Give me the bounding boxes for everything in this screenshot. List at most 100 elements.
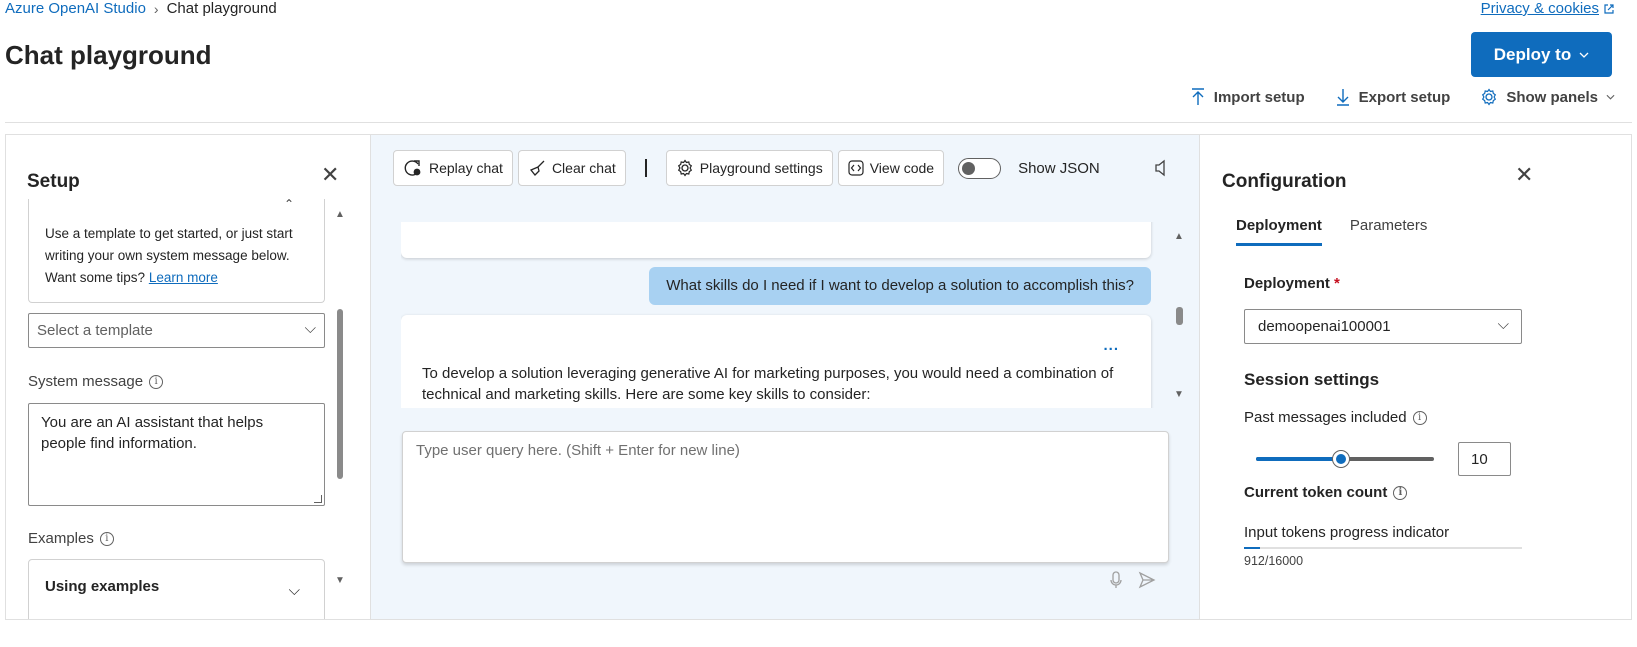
configuration-panel: Configuration ✕ Deployment Parameters De…: [1199, 135, 1631, 619]
deployment-field-label: Deployment *: [1244, 275, 1340, 292]
user-message: What skills do I need if I want to devel…: [649, 267, 1151, 305]
deploy-to-button[interactable]: Deploy to: [1471, 32, 1612, 77]
setup-panel: Setup ✕ ⌃ Use a template to get started,…: [6, 135, 371, 619]
playground-settings-button[interactable]: Playground settings: [665, 150, 833, 186]
configuration-title: Configuration: [1222, 171, 1347, 192]
microphone-icon[interactable]: [1110, 571, 1122, 589]
tab-deployment[interactable]: Deployment: [1236, 217, 1322, 246]
show-json-toggle[interactable]: [958, 157, 1002, 179]
past-messages-label-row: Past messages included i: [1244, 409, 1427, 426]
assistant-message: ... To develop a solution leveraging gen…: [401, 315, 1151, 408]
view-code-button[interactable]: View code: [837, 150, 945, 186]
show-panels-button[interactable]: Show panels: [1480, 88, 1615, 106]
slider-thumb[interactable]: [1332, 450, 1351, 468]
learn-more-link[interactable]: Learn more: [149, 270, 218, 285]
scroll-down-icon[interactable]: ▼: [334, 575, 346, 586]
config-tabs: Deployment Parameters: [1236, 217, 1427, 246]
chevron-down-icon: ⌵: [288, 582, 300, 599]
replay-icon: [404, 160, 421, 176]
breadcrumb-root-link[interactable]: Azure OpenAI Studio: [5, 0, 146, 17]
assistant-message-text: To develop a solution leveraging generat…: [422, 365, 1114, 403]
info-icon[interactable]: i: [1393, 485, 1408, 500]
export-setup-label: Export setup: [1358, 88, 1451, 106]
setup-scrollbar[interactable]: ▲ ▼: [334, 209, 346, 589]
import-setup-label: Import setup: [1213, 88, 1305, 106]
system-message-label-row: System message i: [28, 373, 164, 390]
speaker-icon[interactable]: [1154, 159, 1168, 182]
template-select-placeholder: Select a template: [37, 322, 153, 339]
info-icon[interactable]: i: [99, 531, 114, 546]
chevron-down-icon: [1606, 94, 1615, 100]
import-setup-button[interactable]: Import setup: [1190, 88, 1305, 106]
examples-label: Examples: [28, 530, 94, 547]
slider-fill: [1256, 457, 1342, 461]
replay-chat-button[interactable]: Replay chat: [393, 150, 513, 186]
scroll-thumb[interactable]: [337, 309, 343, 479]
close-icon[interactable]: ✕: [1515, 164, 1533, 186]
header-divider: [5, 122, 1632, 123]
broom-icon: [529, 160, 545, 176]
chevron-down-icon: ⌵: [304, 320, 316, 337]
past-messages-slider[interactable]: [1256, 449, 1434, 469]
token-progress-bar: [1244, 547, 1522, 549]
close-icon[interactable]: ✕: [321, 164, 339, 186]
scroll-down-icon[interactable]: ▼: [1173, 389, 1185, 400]
user-query-placeholder: Type user query here. (Shift + Enter for…: [416, 442, 740, 459]
deployment-select[interactable]: demoopenai100001 ⌵: [1244, 309, 1522, 344]
required-mark: *: [1334, 275, 1340, 292]
token-count-label: Current token count: [1244, 484, 1388, 501]
page-title: Chat playground: [5, 40, 212, 70]
gear-icon: [677, 159, 692, 177]
deployment-value: demoopenai100001: [1258, 318, 1391, 335]
system-message-label: System message: [28, 373, 144, 390]
token-progress-fill: [1244, 547, 1260, 549]
export-setup-button[interactable]: Export setup: [1335, 88, 1451, 106]
deployment-label: Deployment: [1244, 275, 1330, 292]
gear-icon: [1482, 88, 1497, 106]
export-icon: [1336, 89, 1349, 106]
template-tip-card: Use a template to get started, or just s…: [28, 199, 325, 303]
info-icon[interactable]: i: [1412, 410, 1427, 425]
privacy-link-label[interactable]: Privacy & cookies: [1481, 0, 1599, 17]
scroll-up-icon[interactable]: ▲: [1173, 231, 1185, 242]
more-options-button[interactable]: ...: [1103, 335, 1119, 356]
user-query-input[interactable]: Type user query here. (Shift + Enter for…: [402, 431, 1169, 563]
session-settings-title: Session settings: [1244, 370, 1380, 389]
replay-chat-label: Replay chat: [429, 160, 503, 176]
chevron-down-icon: ⌵: [1497, 316, 1509, 333]
resize-handle[interactable]: [314, 495, 322, 503]
external-link-icon: [1604, 3, 1614, 14]
playground-settings-label: Playground settings: [699, 160, 823, 176]
clear-chat-label: Clear chat: [551, 160, 616, 176]
scroll-up-icon[interactable]: ▲: [334, 209, 346, 220]
past-messages-input[interactable]: 10: [1458, 442, 1511, 476]
chat-toolbar: Replay chat Clear chat Playground settin…: [393, 150, 1100, 186]
chevron-down-icon: [1579, 52, 1589, 58]
view-code-label: View code: [869, 160, 935, 176]
scroll-thumb[interactable]: [1176, 307, 1183, 325]
chat-scrollbar[interactable]: ▲ ▼: [1173, 231, 1185, 401]
privacy-link[interactable]: Privacy & cookies: [1481, 0, 1615, 17]
system-message-textarea[interactable]: You are an AI assistant that helps peopl…: [28, 403, 325, 506]
chat-messages: What skills do I need if I want to devel…: [401, 222, 1181, 408]
show-panels-label: Show panels: [1506, 88, 1598, 106]
token-count-label-row: Current token count i: [1244, 484, 1408, 501]
deploy-to-label: Deploy to: [1493, 44, 1572, 64]
template-select[interactable]: Select a template ⌵: [28, 313, 325, 348]
using-examples-card[interactable]: Using examples ⌵: [28, 559, 325, 619]
clear-chat-button[interactable]: Clear chat: [517, 150, 626, 186]
toolbar-divider: [644, 159, 647, 177]
code-icon: [848, 160, 864, 176]
tab-parameters[interactable]: Parameters: [1350, 217, 1428, 246]
examples-label-row: Examples i: [28, 530, 114, 547]
breadcrumb: Azure OpenAI Studio › Chat playground: [5, 0, 277, 17]
info-icon[interactable]: i: [149, 374, 164, 389]
breadcrumb-current: Chat playground: [166, 0, 277, 17]
chat-panel: Replay chat Clear chat Playground settin…: [371, 135, 1199, 619]
send-icon[interactable]: [1138, 571, 1156, 589]
setup-title: Setup: [27, 171, 80, 192]
using-examples-label: Using examples: [45, 578, 160, 595]
progress-label: Input tokens progress indicator: [1244, 524, 1450, 541]
toggle-knob: [962, 161, 976, 175]
import-icon: [1191, 88, 1204, 105]
